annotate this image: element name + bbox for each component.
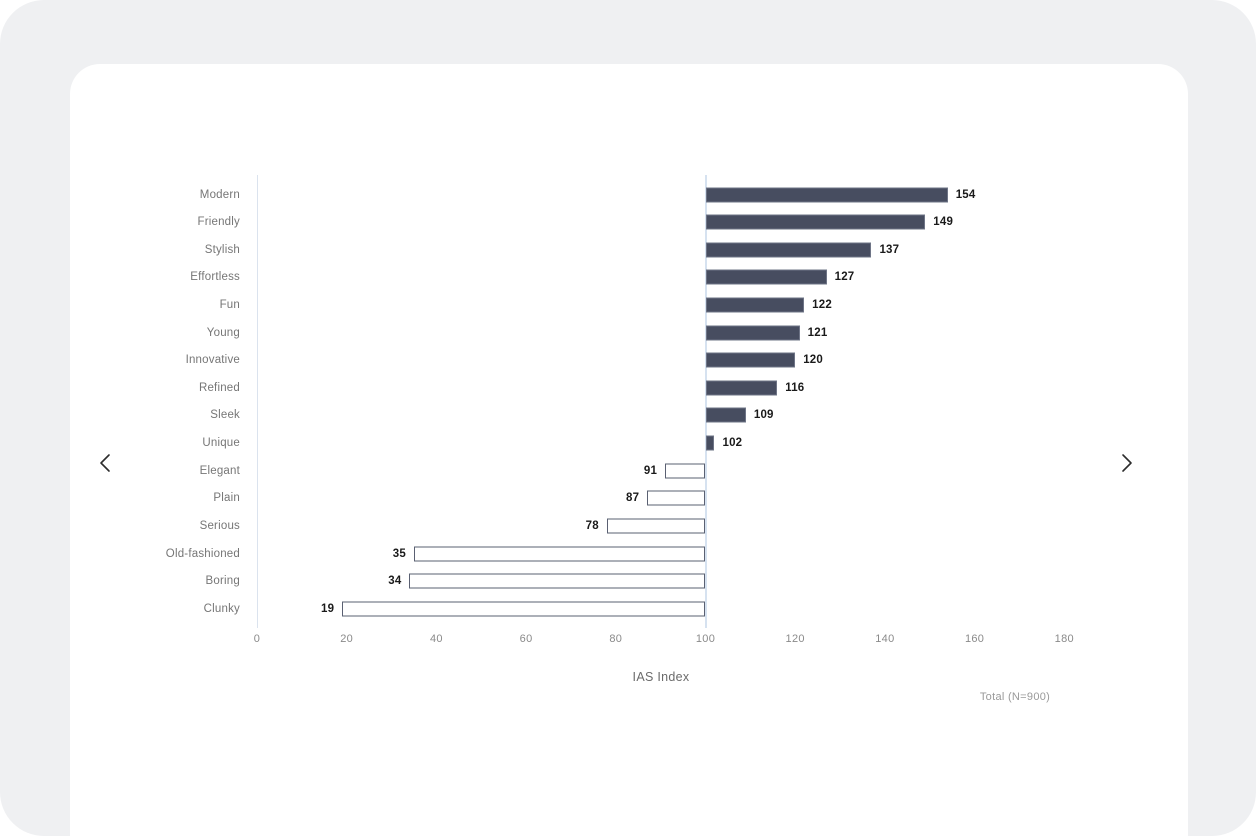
category-label: Young [206,326,240,339]
category-label: Serious [199,519,240,532]
bar-value-label: 149 [933,216,954,229]
bar-below-baseline[interactable] [647,490,706,506]
bar-value-label: 91 [643,464,658,477]
bar-value-label: 35 [392,547,406,560]
x-tick-label: 80 [609,632,623,645]
x-axis-title-text: IAS Index [632,670,690,684]
total-note: Total (N=900) [979,691,1051,703]
bar-below-baseline[interactable] [409,573,706,589]
category-label: Clunky [203,602,240,615]
x-tick-label: 140 [875,632,895,645]
x-tick-label: 160 [964,632,985,645]
category-label: Stylish [204,243,240,256]
bar-value-label: 19 [321,602,335,615]
bar-value-label: 120 [803,354,823,367]
y-axis-line [257,175,258,629]
bar-value-label: 137 [879,243,900,256]
category-label: Boring [205,575,240,588]
category-label: Refined [198,381,240,394]
bar-above-baseline[interactable] [705,297,805,313]
x-tick-label: 120 [785,632,805,645]
category-label: Friendly [197,216,240,229]
bar-value-label: 102 [722,437,743,450]
bar-value-label: 127 [834,271,855,284]
x-tick-label: 40 [429,632,443,645]
category-label: Effortless [190,271,240,284]
category-label: Old-fashioned [165,547,240,560]
bar-above-baseline[interactable] [705,187,948,202]
x-axis-title: IAS Index [0,670,1256,684]
category-label: Innovative [185,354,240,367]
bar-value-label: 78 [585,519,599,532]
bar-value-label: 34 [388,575,402,588]
bar-value-label: 122 [812,298,832,311]
category-label: Modern [199,188,240,201]
category-label: Unique [202,437,240,450]
bar-value-label: 109 [753,409,774,422]
x-tick-label: 100 [695,632,716,645]
bar-below-baseline[interactable] [606,518,706,534]
bar-above-baseline[interactable] [705,352,796,368]
bar-above-baseline[interactable] [705,269,827,285]
bar-above-baseline[interactable] [705,435,715,451]
category-label: Fun [219,298,240,311]
category-label: Elegant [199,464,240,477]
bar-above-baseline[interactable] [705,380,778,396]
category-label: Plain [213,492,240,505]
ias-index-bar-chart: Modern Friendly Stylish Effortless Fun Young I… [0,0,1256,836]
bar-value-label: 121 [807,326,828,339]
x-tick-label: 0 [253,632,261,645]
bar-above-baseline[interactable] [705,407,746,423]
bar-below-baseline[interactable] [665,463,706,479]
bar-above-baseline[interactable] [705,214,926,230]
bar-value-label: 116 [785,381,805,394]
x-tick-label: 60 [519,632,533,645]
x-tick-label: 180 [1054,632,1074,645]
bar-above-baseline[interactable] [705,325,800,341]
category-label: Sleek [210,409,240,422]
bar-value-label: 87 [625,492,640,505]
bar-below-baseline[interactable] [413,546,706,562]
bar-above-baseline[interactable] [705,242,872,258]
bar-below-baseline[interactable] [342,601,706,617]
bar-value-label: 154 [955,188,976,201]
x-tick-label: 20 [340,632,354,645]
